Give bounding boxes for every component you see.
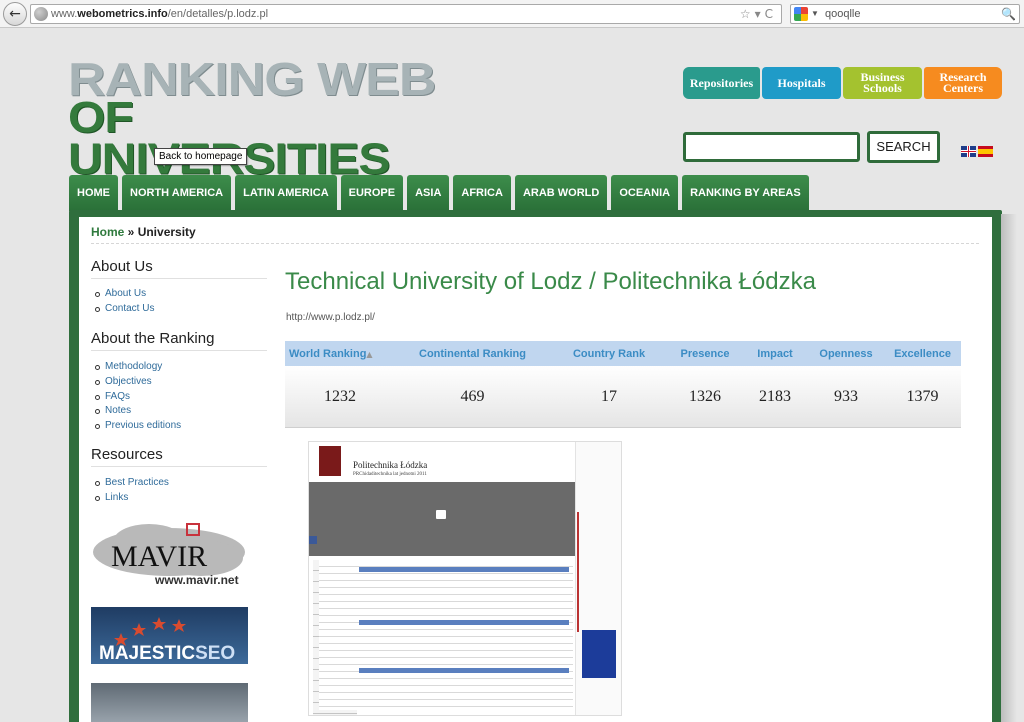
english-flag-icon[interactable] — [961, 146, 976, 157]
breadcrumb-divider — [91, 243, 979, 244]
breadcrumb-current: University — [137, 225, 196, 239]
site-logo[interactable]: RANKING WEB OF UNIVERSITIES — [68, 56, 448, 181]
ranking-table-header: World Ranking▲ Continental Ranking Count… — [285, 341, 961, 366]
link-objectives[interactable]: Objectives — [94, 376, 181, 391]
google-icon — [794, 7, 808, 21]
value-world-ranking: 1232 — [324, 387, 356, 405]
col-presence[interactable]: Presence — [668, 348, 742, 360]
spanish-flag-icon[interactable] — [978, 146, 993, 157]
business-schools-button[interactable]: Business Schools — [843, 67, 922, 99]
link-contact-us[interactable]: Contact Us — [94, 303, 154, 318]
hospitals-button[interactable]: Hospitals — [762, 67, 841, 99]
university-title: Technical University of Lodz / Politechn… — [285, 268, 816, 295]
main-nav: HOME NORTH AMERICA LATIN AMERICA EUROPE … — [69, 175, 809, 211]
col-continental-ranking[interactable]: Continental Ranking — [395, 348, 550, 360]
breadcrumb: Home » University — [91, 225, 196, 239]
eu-flag-icon — [582, 630, 616, 678]
chevron-down-icon[interactable]: ▼ — [811, 5, 819, 23]
bookmark-star-icon[interactable]: ☆▾C — [740, 5, 777, 23]
thumbnail-link-bar — [359, 620, 569, 625]
url-domain: webometrics.info — [77, 8, 168, 20]
about-ranking-heading: About the Ranking — [91, 330, 267, 351]
magnifier-icon[interactable]: 🔍 — [1001, 5, 1016, 23]
sort-asc-icon: ▲ — [366, 349, 373, 359]
back-arrow-icon: ← — [9, 6, 21, 22]
thumbnail-sidebar-links — [577, 512, 619, 632]
mavir-logo-text: MAVIR — [111, 540, 207, 573]
link-best-practices[interactable]: Best Practices — [94, 477, 169, 492]
browser-search-value: qooqlle — [825, 8, 861, 20]
website-thumbnail[interactable]: Politechnika Łódzka PRChidaditechnika la… — [308, 441, 622, 716]
link-faqs[interactable]: FAQs — [94, 391, 181, 406]
mavir-cloud-icon: MAVIR www.mavir.net — [93, 523, 245, 587]
thumbnail-overlay — [309, 482, 575, 556]
nav-oceania[interactable]: OCEANIA — [611, 175, 679, 211]
university-url[interactable]: http://www.p.lodz.pl/ — [286, 312, 375, 323]
thumbnail-link-bar — [359, 668, 569, 673]
about-us-heading: About Us — [91, 258, 267, 279]
url-path: /en/detalles/p.lodz.pl — [167, 8, 269, 20]
col-world-ranking[interactable]: World Ranking▲ — [285, 348, 395, 360]
majestic-seo-banner[interactable]: MAJESTICSEO — [91, 607, 248, 664]
nav-ranking-by-areas[interactable]: RANKING BY AREAS — [682, 175, 809, 211]
link-links[interactable]: Links — [94, 492, 169, 507]
search-button[interactable]: SEARCH — [867, 131, 940, 163]
about-ranking-list: Methodology Objectives FAQs Notes Previo… — [94, 361, 181, 435]
research-centers-button[interactable]: Research Centers — [924, 67, 1002, 99]
nav-asia[interactable]: ASIA — [407, 175, 450, 211]
nav-arab-world[interactable]: ARAB WORLD — [514, 175, 608, 211]
browser-toolbar: ← www.webometrics.info/en/detalles/p.lod… — [0, 0, 1024, 28]
repositories-button[interactable]: Repositories — [683, 67, 760, 99]
nav-latin-america[interactable]: LATIN AMERICA — [235, 175, 337, 211]
thumbnail-name: Politechnika Łódzka — [353, 460, 428, 470]
resources-list: Best Practices Links — [94, 477, 169, 507]
value-openness: 933 — [834, 387, 858, 405]
table-row: 1232 469 17 1326 2183 933 1379 — [285, 366, 961, 428]
col-impact[interactable]: Impact — [742, 348, 808, 360]
logo-tooltip: Back to homepage — [154, 148, 248, 165]
svg-text:MAJESTICSEO: MAJESTICSEO — [99, 643, 235, 664]
back-button[interactable]: ← — [3, 2, 27, 26]
browser-search-bar[interactable]: ▼ qooqlle 🔍 — [790, 4, 1020, 24]
category-buttons: Repositories Hospitals Business Schools R… — [683, 67, 1002, 99]
thumbnail-text-lines — [319, 560, 573, 710]
about-us-list: About Us Contact Us — [94, 288, 154, 318]
nav-africa[interactable]: AFRICA — [453, 175, 511, 211]
frame-shadow — [1001, 214, 1017, 722]
mavir-url: www.mavir.net — [154, 573, 239, 587]
col-openness[interactable]: Openness — [808, 348, 884, 360]
resources-heading: Resources — [91, 446, 267, 467]
link-notes[interactable]: Notes — [94, 405, 181, 420]
mavir-banner[interactable]: MAVIR www.mavir.net — [91, 520, 248, 588]
globe-icon — [34, 7, 48, 21]
partner-banner[interactable] — [91, 683, 248, 722]
breadcrumb-home[interactable]: Home — [91, 225, 124, 239]
seo-text: SEO — [195, 643, 235, 664]
value-excellence: 1379 — [906, 387, 939, 405]
nav-home[interactable]: HOME — [69, 175, 118, 211]
facebook-icon — [309, 536, 317, 544]
address-bar[interactable]: www.webometrics.info/en/detalles/p.lodz.… — [30, 4, 782, 24]
majestic-text: MAJESTIC — [99, 643, 195, 664]
value-continental-ranking: 469 — [460, 387, 485, 405]
breadcrumb-separator: » — [124, 225, 138, 239]
value-impact: 2183 — [759, 387, 791, 405]
nav-europe[interactable]: EUROPE — [340, 175, 404, 211]
nav-north-america[interactable]: NORTH AMERICA — [122, 175, 232, 211]
lock-icon — [436, 510, 446, 519]
thumbnail-subtitle: PRChidaditechnika lat jednotni 2011 — [353, 472, 427, 477]
link-methodology[interactable]: Methodology — [94, 361, 181, 376]
site-search-input[interactable] — [683, 132, 860, 162]
thumbnail-link-bar — [359, 567, 569, 572]
university-crest-icon — [319, 446, 341, 476]
value-country-rank: 17 — [601, 387, 617, 405]
link-previous-editions[interactable]: Previous editions — [94, 420, 181, 435]
logo-line-2: OF UNIVERSITIES — [68, 94, 390, 182]
col-excellence[interactable]: Excellence — [884, 348, 961, 360]
value-presence: 1326 — [689, 387, 721, 405]
col-country-rank[interactable]: Country Rank — [550, 348, 668, 360]
url-prefix: www. — [51, 8, 78, 20]
majestic-stars-icon: MAJESTICSEO — [99, 617, 235, 664]
link-about-us[interactable]: About Us — [94, 288, 154, 303]
